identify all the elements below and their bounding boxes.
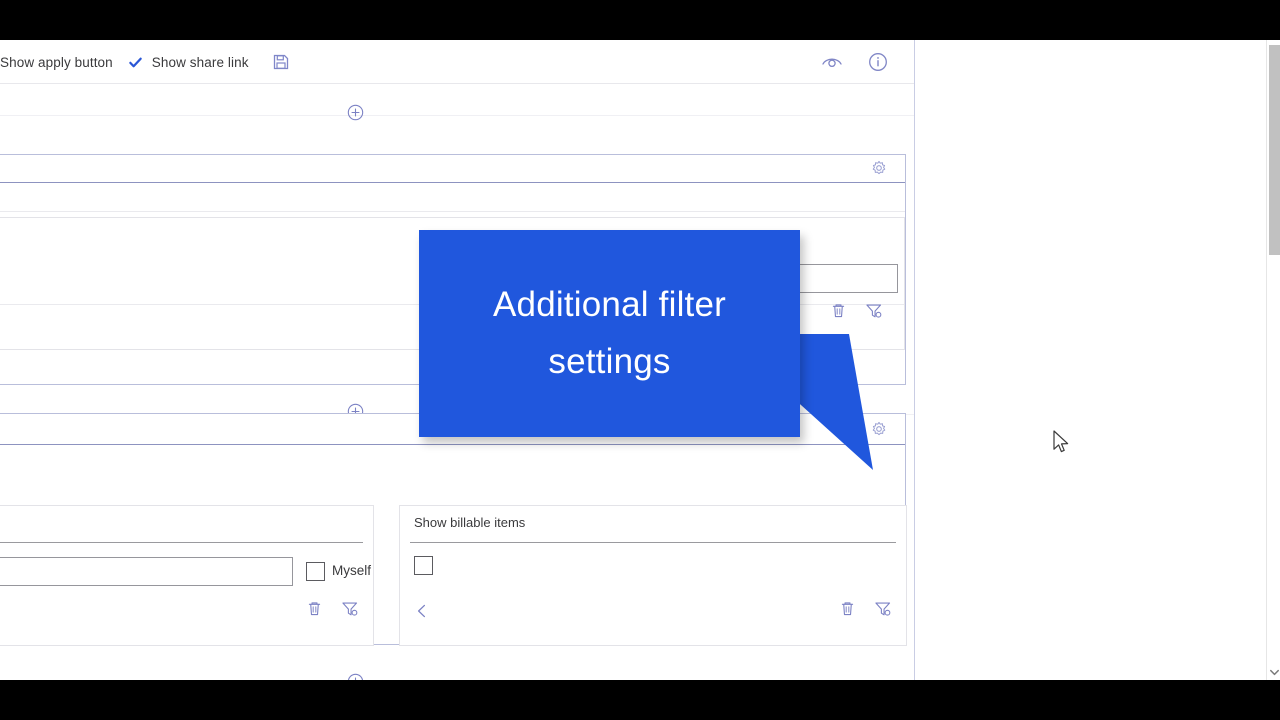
filter-tile-user: Myself: [0, 505, 374, 646]
filter-tile-user-input[interactable]: [0, 557, 293, 586]
check-icon[interactable]: [128, 55, 143, 70]
chevron-down-icon[interactable]: [1267, 664, 1280, 680]
add-filter-group-top-row: [0, 96, 914, 136]
filter-tile-billable-title: Show billable items: [414, 515, 526, 530]
screen-root: Show apply button Show share link Myself…: [0, 0, 1280, 720]
show-billable-items-checkbox[interactable]: [414, 556, 433, 575]
trash-icon-tile-1[interactable]: [830, 302, 847, 319]
letterbox-bottom: [0, 680, 1280, 720]
filter-tile-billable-underline: [410, 542, 896, 543]
toolbar-right-group: [820, 40, 890, 84]
filter-tile-billable-actions: [839, 600, 891, 617]
save-floppy-icon[interactable]: [270, 51, 292, 73]
filter-editor-pane: Show apply button Show share link Myself…: [0, 40, 914, 680]
filter-group-2: Myself Show billable items: [0, 413, 907, 646]
scrollbar-thumb[interactable]: [1269, 45, 1280, 255]
filter-tile-1-actions: [830, 302, 882, 319]
separator: [0, 211, 905, 212]
filter-settings-icon-tile-billable[interactable]: [874, 600, 891, 617]
separator: [0, 304, 904, 305]
filter-group-1: [0, 154, 906, 385]
add-filter-group-top[interactable]: [347, 104, 364, 121]
letterbox-top: [0, 0, 1280, 40]
filter-settings-icon-tile-1[interactable]: [865, 302, 882, 319]
filter-group-1-header: [0, 155, 905, 183]
add-filter-group-bottom[interactable]: [347, 673, 364, 680]
gear-settings-icon-group-2[interactable]: [871, 421, 887, 437]
info-circle-icon[interactable]: [866, 50, 890, 74]
editor-toolbar: Show apply button Show share link: [0, 40, 914, 84]
filter-tile-user-actions: [306, 600, 358, 617]
eye-preview-icon[interactable]: [820, 50, 844, 74]
filter-tile-user-underline: [0, 542, 363, 543]
filter-tile-billable: Show billable items: [399, 505, 907, 646]
chevron-left-icon-tile-billable[interactable]: [414, 603, 430, 619]
myself-checkbox-label: Myself: [332, 563, 372, 578]
divider-line: [0, 115, 914, 116]
vertical-scrollbar[interactable]: [1266, 40, 1280, 680]
add-filter-group-bottom-row: [0, 655, 914, 680]
gear-settings-icon-group-1[interactable]: [871, 160, 887, 176]
myself-checkbox[interactable]: [306, 562, 325, 581]
trash-icon-tile-user[interactable]: [306, 600, 323, 617]
filter-tile-1: [0, 217, 905, 350]
preview-pane: [914, 40, 1266, 680]
show-share-link-label[interactable]: Show share link: [152, 55, 249, 70]
app-viewport: Show apply button Show share link Myself…: [0, 40, 1280, 680]
show-apply-button-label[interactable]: Show apply button: [0, 55, 113, 70]
trash-icon-tile-billable[interactable]: [839, 600, 856, 617]
toolbar-left-group: Show apply button Show share link: [0, 40, 292, 84]
filter-tile-1-input[interactable]: [638, 264, 898, 293]
filter-settings-icon-tile-user[interactable]: [341, 600, 358, 617]
filter-group-2-header: [0, 414, 905, 445]
